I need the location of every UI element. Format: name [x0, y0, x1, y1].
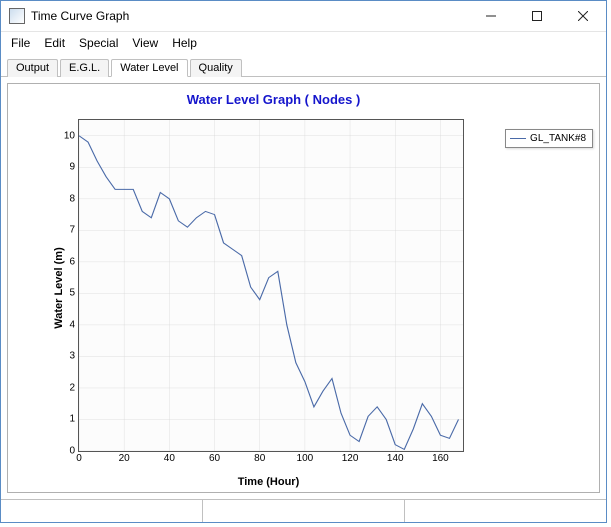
status-seg-3 — [405, 500, 606, 522]
menu-file[interactable]: File — [11, 36, 30, 50]
chart-xtick: 160 — [432, 451, 449, 464]
legend-swatch — [510, 138, 526, 139]
maximize-button[interactable] — [514, 1, 560, 31]
chart-xtick: 60 — [209, 451, 220, 464]
menu-help[interactable]: Help — [172, 36, 197, 50]
status-seg-1 — [1, 500, 203, 522]
chart-ytick: 4 — [69, 319, 79, 330]
chart-ytick: 7 — [69, 225, 79, 236]
chart-xlabel: Time (Hour) — [68, 476, 469, 488]
app-icon — [9, 8, 25, 24]
chart-ytick: 9 — [69, 162, 79, 173]
titlebar: Time Curve Graph — [1, 1, 606, 32]
status-seg-2 — [203, 500, 405, 522]
chart-ytick: 1 — [69, 414, 79, 425]
chart-ytick: 3 — [69, 351, 79, 362]
chart-ytick: 5 — [69, 288, 79, 299]
chart-ytick: 6 — [69, 256, 79, 267]
chart-xtick: 100 — [297, 451, 314, 464]
chart-xtick: 120 — [342, 451, 359, 464]
close-button[interactable] — [560, 1, 606, 31]
minimize-button[interactable] — [468, 1, 514, 31]
chart-ytick: 10 — [64, 130, 79, 141]
chart-frame: Water Level Graph ( Nodes ) Water Level … — [7, 83, 600, 493]
tab-egl[interactable]: E.G.L. — [60, 59, 109, 77]
chart-plot-area: 012345678910020406080100120140160 — [78, 119, 464, 452]
tab-output[interactable]: Output — [7, 59, 58, 77]
chart-title: Water Level Graph ( Nodes ) — [8, 92, 539, 107]
menu-view[interactable]: View — [132, 36, 158, 50]
statusbar — [1, 499, 606, 522]
tab-water-level[interactable]: Water Level — [111, 59, 187, 77]
chart-xtick: 80 — [254, 451, 265, 464]
menu-special[interactable]: Special — [79, 36, 118, 50]
chart-xtick: 140 — [387, 451, 404, 464]
chart-xtick: 20 — [119, 451, 130, 464]
menu-edit[interactable]: Edit — [44, 36, 65, 50]
chart-ytick: 2 — [69, 382, 79, 393]
chart-xtick: 40 — [164, 451, 175, 464]
chart-xtick: 0 — [76, 451, 82, 464]
tabs: Output E.G.L. Water Level Quality — [1, 54, 606, 77]
app-window: Time Curve Graph File Edit Special View … — [0, 0, 607, 523]
tab-quality[interactable]: Quality — [190, 59, 242, 77]
legend-label: GL_TANK#8 — [530, 133, 586, 144]
content-area: Water Level Graph ( Nodes ) Water Level … — [1, 77, 606, 499]
menubar: File Edit Special View Help — [1, 32, 606, 54]
chart-ylabel: Water Level (m) — [53, 247, 65, 329]
chart-ytick: 8 — [69, 193, 79, 204]
chart-legend: GL_TANK#8 — [505, 129, 593, 148]
window-title: Time Curve Graph — [31, 9, 468, 23]
